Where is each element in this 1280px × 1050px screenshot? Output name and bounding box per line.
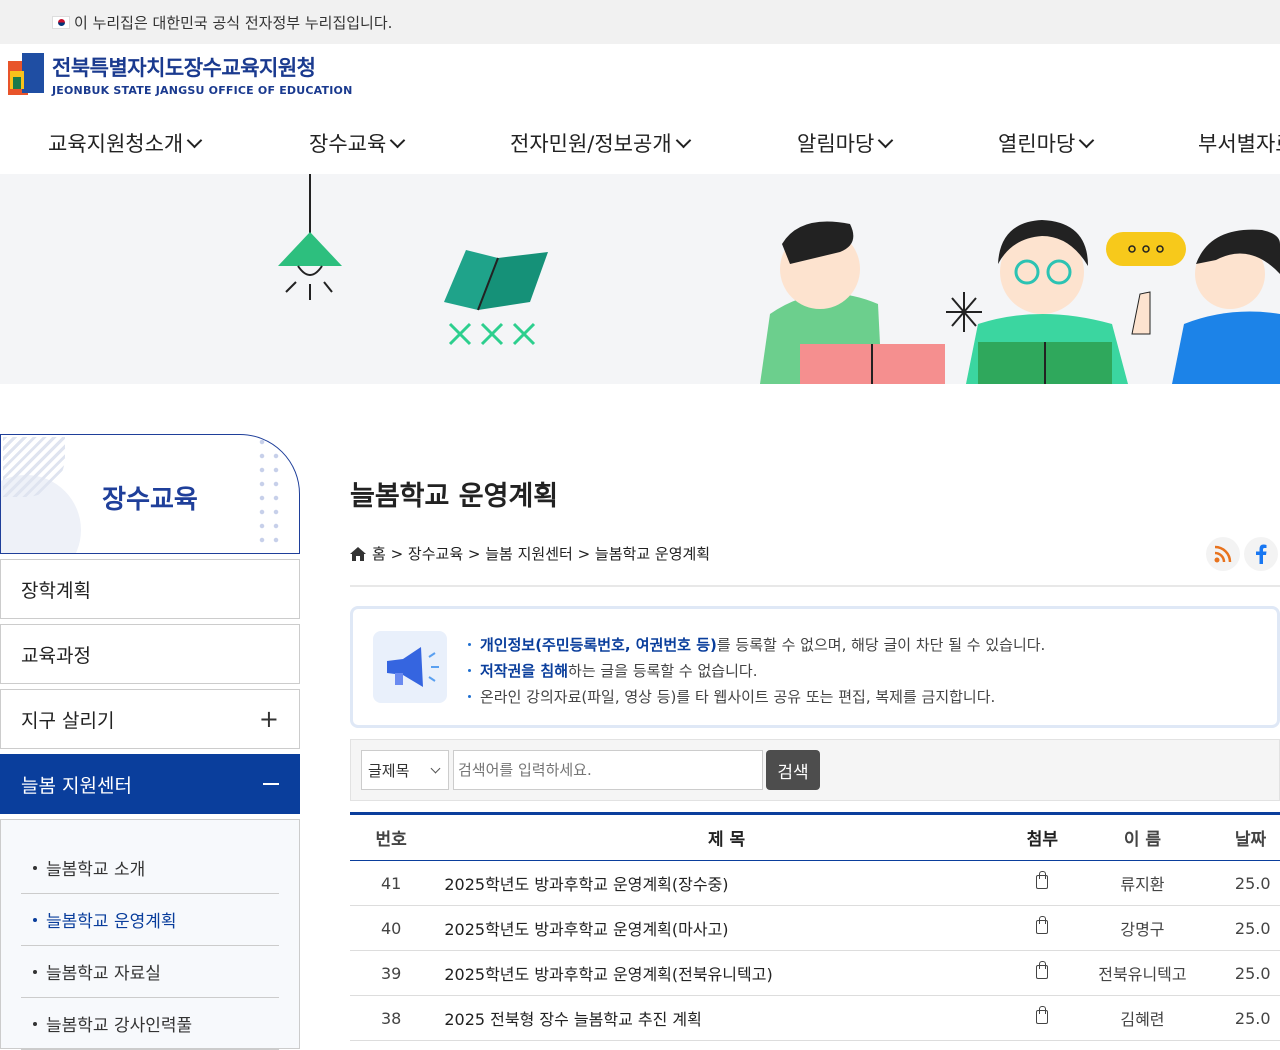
board-search: 글제목 검색 (350, 739, 1280, 801)
gov-notice-text: 이 누리집은 대한민국 공식 전자정부 누리집입니다. (74, 13, 393, 32)
post-title-link[interactable]: 2025학년도 방과후학교 운영계획(장수중) (432, 871, 1021, 895)
page-title: 늘봄학교 운영계획 (350, 481, 559, 512)
plus-icon: + (258, 705, 279, 733)
banner-illustration (278, 174, 1280, 384)
logo-english: JEONBUK STATE JANGSU OFFICE OF EDUCATION (52, 84, 353, 97)
breadcrumb-item[interactable]: 늘봄 지원센터 (485, 543, 573, 564)
gnb-item-jangsu[interactable]: 장수교육 (309, 128, 406, 158)
post-title-link[interactable]: 2025학년도 방과후학교 운영계획(마사고) (432, 916, 1021, 940)
board-notice: 개인정보(주민등록번호, 여권번호 등) 를 등록할 수 없으며, 해당 글이 차… (350, 606, 1280, 728)
side-navigation: 장수교육 장학계획 교육과정 지구 살리기 + 늘봄 지원센터 늘봄학교 소개 늘… (0, 434, 300, 1050)
side-item-save-earth[interactable]: 지구 살리기 + (0, 689, 300, 749)
facebook-icon[interactable] (1244, 537, 1278, 571)
board-table: 번호 제 목 첨부 이 름 날짜 41 2025학년도 방과후학교 운영계획(장… (350, 812, 1280, 1041)
side-item-curriculum[interactable]: 교육과정 (0, 624, 300, 684)
gnb-item-open[interactable]: 열린마당 (998, 128, 1095, 158)
table-row[interactable]: 40 2025학년도 방과후학교 운영계획(마사고) 강명구 25.0 (350, 906, 1280, 951)
notice-line: 온라인 강의자료(파일, 영상 등)를 타 웹사이트 공유 또는 편집, 복제를… (468, 683, 1045, 709)
table-header: 번호 제 목 첨부 이 름 날짜 (350, 815, 1280, 861)
main-navigation: 교육지원청소개 장수교육 전자민원/정보공개 알림마당 열린마당 부서별자료 (0, 128, 1280, 162)
gnb-item-civil[interactable]: 전자민원/정보공개 (510, 128, 691, 158)
breadcrumb: 홈 > 장수교육 > 늘봄 지원센터 > 늘봄학교 운영계획 (350, 543, 1280, 564)
sub-visual-banner (0, 174, 1280, 384)
table-row[interactable]: 38 2025 전북형 장수 늘봄학교 추진 계획 김혜련 25.0 (350, 996, 1280, 1041)
breadcrumb-current: 늘봄학교 운영계획 (594, 545, 711, 563)
sub-item-operation-plan[interactable]: 늘봄학교 운영계획 (21, 894, 279, 946)
chevron-down-icon (1079, 132, 1095, 148)
logo-korean: 전북특별자치도장수교육지원청 (52, 56, 316, 80)
search-button[interactable]: 검색 (766, 750, 820, 790)
side-item-neulbom-center[interactable]: 늘봄 지원센터 (0, 754, 300, 814)
megaphone-icon (373, 631, 447, 703)
gov-notice-bar: 이 누리집은 대한민국 공식 전자정부 누리집입니다. (0, 0, 1280, 44)
chevron-down-icon (390, 132, 406, 148)
chevron-down-icon (878, 132, 894, 148)
sub-item-intro[interactable]: 늘봄학교 소개 (21, 842, 279, 894)
main-content: 늘봄학교 운영계획 홈 > 장수교육 > 늘봄 지원센터 > 늘봄학교 운영계획… (350, 434, 1280, 1041)
attachment-icon[interactable] (1036, 1005, 1049, 1024)
side-submenu: 늘봄학교 소개 늘봄학교 운영계획 늘봄학교 자료실 늘봄학교 강사인력풀 (0, 819, 300, 1050)
gnb-item-intro[interactable]: 교육지원청소개 (48, 128, 203, 158)
gnb-item-news[interactable]: 알림마당 (797, 128, 894, 158)
share-buttons (1206, 537, 1278, 571)
notice-line: 개인정보(주민등록번호, 여권번호 등) 를 등록할 수 없으며, 해당 글이 차… (468, 631, 1045, 657)
rss-icon[interactable] (1206, 537, 1240, 571)
side-item-scholarship-plan[interactable]: 장학계획 (0, 559, 300, 619)
sub-item-instructor-pool[interactable]: 늘봄학교 강사인력풀 (21, 998, 279, 1050)
minus-icon (263, 783, 279, 785)
breadcrumb-home[interactable]: 홈 (372, 543, 386, 564)
post-title-link[interactable]: 2025학년도 방과후학교 운영계획(전북유니텍고) (432, 961, 1021, 985)
gnb-item-dept[interactable]: 부서별자료 (1198, 128, 1280, 158)
attachment-icon[interactable] (1036, 960, 1049, 979)
site-logo[interactable]: 전북특별자치도장수교육지원청 JEONBUK STATE JANGSU OFFI… (8, 52, 352, 97)
breadcrumb-item[interactable]: 장수교육 (408, 543, 463, 564)
logo-mark-icon (8, 52, 46, 97)
chevron-down-icon (675, 132, 691, 148)
attachment-icon[interactable] (1036, 870, 1049, 889)
side-title-box: 장수교육 (0, 434, 300, 554)
attachment-icon[interactable] (1036, 915, 1049, 934)
side-title: 장수교육 (102, 485, 198, 515)
sub-item-archive[interactable]: 늘봄학교 자료실 (21, 946, 279, 998)
chevron-down-icon (186, 132, 203, 148)
table-row[interactable]: 41 2025학년도 방과후학교 운영계획(장수중) 류지환 25.0 (350, 861, 1280, 906)
post-title-link[interactable]: 2025 전북형 장수 늘봄학교 추진 계획 (432, 1006, 1021, 1030)
divider (350, 585, 1280, 587)
home-icon[interactable] (350, 546, 366, 561)
search-field-select[interactable]: 글제목 (361, 750, 449, 790)
search-input[interactable] (453, 750, 763, 790)
notice-line: 저작권을 침해 하는 글을 등록할 수 없습니다. (468, 657, 1045, 683)
table-row[interactable]: 39 2025학년도 방과후학교 운영계획(전북유니텍고) 전북유니텍고 25.… (350, 951, 1280, 996)
korea-flag-icon (52, 15, 70, 29)
